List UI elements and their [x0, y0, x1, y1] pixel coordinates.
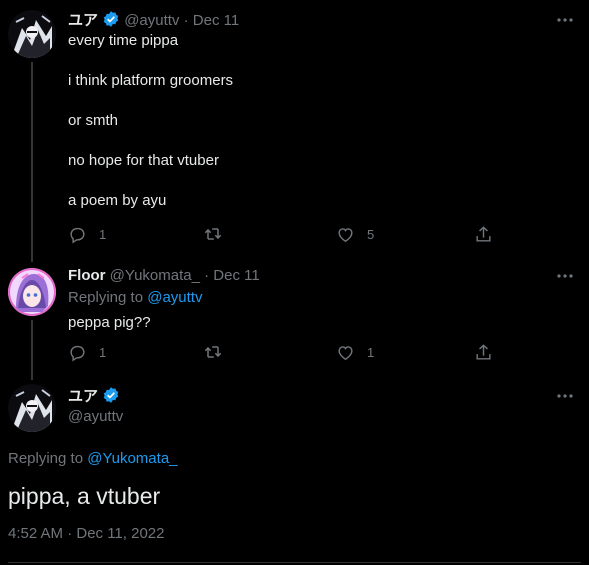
separator: ·	[183, 12, 189, 29]
reply-count: 1	[99, 226, 107, 242]
more-icon[interactable]	[555, 386, 575, 406]
thread-line	[31, 62, 33, 262]
retweet-icon	[203, 342, 223, 362]
display-name[interactable]: Floor	[68, 267, 106, 284]
tweet-text-line: i think platform groomers	[68, 72, 234, 89]
replying-prefix: Replying to	[8, 450, 84, 467]
tweet-text-line: every time pippa	[68, 32, 179, 49]
tweet-text-line: or smth	[68, 112, 119, 129]
retweet-button[interactable]	[203, 224, 223, 244]
like-button[interactable]: 5	[336, 224, 374, 244]
share-button[interactable]	[474, 224, 493, 244]
more-icon[interactable]	[555, 10, 575, 30]
thread-line	[31, 320, 33, 380]
handle[interactable]: @ayuttv	[68, 407, 123, 427]
tweet-date[interactable]: Dec 11	[193, 12, 239, 29]
reply-icon	[68, 225, 87, 244]
tweet-text-line: no hope for that vtuber	[68, 152, 219, 169]
replying-to: Replying to @Yukomata_	[8, 449, 178, 469]
share-icon	[474, 343, 493, 362]
handle[interactable]: @ayuttv	[124, 12, 179, 29]
share-icon	[474, 225, 493, 244]
like-count: 5	[367, 226, 375, 242]
tweet-text: peppa pig??	[68, 314, 151, 331]
replying-to: Replying to @ayuttv	[68, 288, 202, 308]
like-button[interactable]: 1	[336, 342, 374, 362]
separator: ·	[204, 267, 210, 284]
tweet-text-line: a poem by ayu	[68, 192, 167, 209]
like-count: 1	[367, 344, 375, 360]
like-icon	[336, 225, 355, 244]
main-tweet-text: pippa, a vtuber	[8, 483, 161, 509]
avatar[interactable]	[8, 268, 56, 316]
tweet-date[interactable]: Dec 11	[213, 267, 259, 284]
share-button[interactable]	[474, 342, 493, 362]
reply-button[interactable]: 1	[68, 224, 106, 244]
replying-handle-link[interactable]: @ayuttv	[147, 289, 202, 306]
replying-handle-link[interactable]: @Yukomata_	[87, 450, 177, 467]
reply-icon	[68, 343, 87, 362]
retweet-icon	[203, 224, 223, 244]
divider	[8, 562, 581, 563]
tweet-header: Floor @Yukomata_ · Dec 11	[68, 266, 260, 286]
avatar[interactable]	[8, 10, 56, 58]
display-name[interactable]: ユア	[68, 388, 98, 405]
reply-button[interactable]: 1	[68, 342, 106, 362]
tweet-timestamp[interactable]: 4:52 AM · Dec 11, 2022	[8, 524, 164, 544]
replying-prefix: Replying to	[68, 289, 144, 306]
handle[interactable]: @Yukomata_	[110, 267, 200, 284]
more-icon[interactable]	[555, 266, 575, 286]
display-name[interactable]: ユア	[68, 12, 98, 29]
retweet-button[interactable]	[203, 342, 223, 362]
avatar[interactable]	[8, 384, 56, 432]
reply-count: 1	[99, 344, 107, 360]
like-icon	[336, 343, 355, 362]
